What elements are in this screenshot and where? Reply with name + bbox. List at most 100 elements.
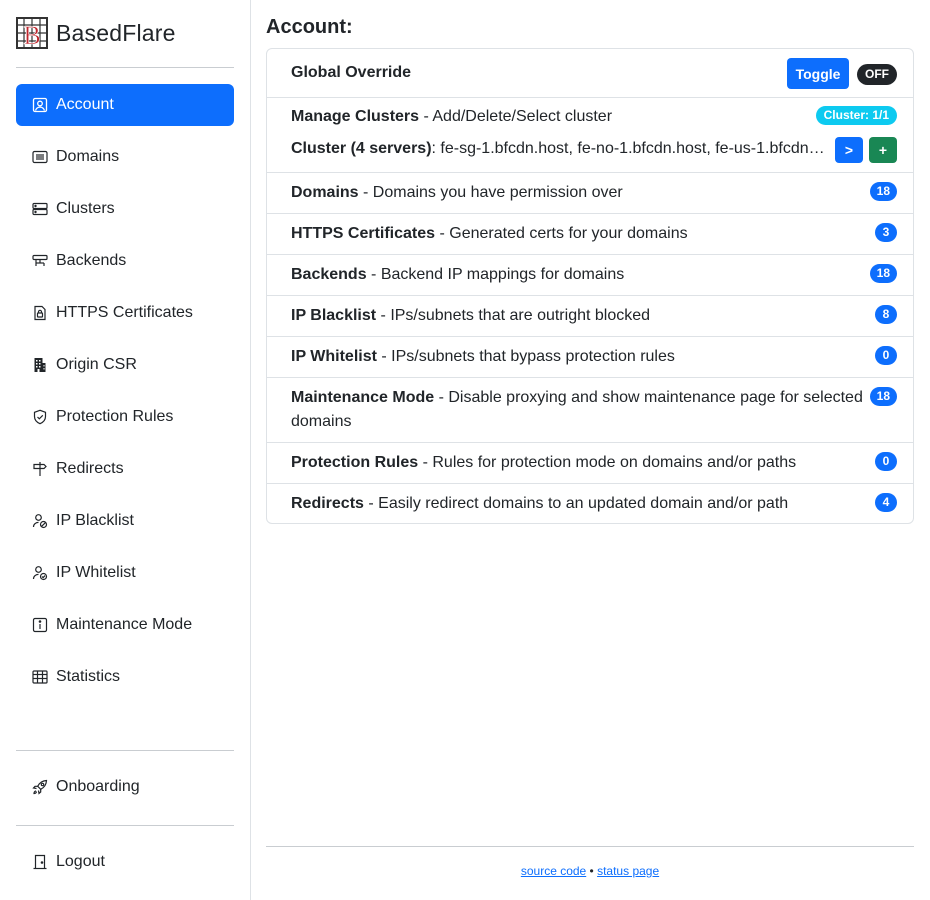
sidebar-item-label: Protection Rules	[56, 408, 174, 425]
override-status-badge: OFF	[857, 64, 897, 85]
sidebar-item-label: IP Whitelist	[56, 564, 136, 581]
count-badge: 4	[875, 493, 897, 512]
divider	[16, 825, 234, 826]
sidebar-item-label: Logout	[56, 853, 105, 870]
source-code-link[interactable]: source code	[521, 864, 586, 878]
cluster-title: Cluster (4 servers)	[291, 140, 432, 157]
sidebar-item-statistics[interactable]: Statistics	[16, 656, 234, 698]
svg-text:B: B	[23, 21, 40, 49]
sidebar-item-label: Redirects	[56, 460, 124, 477]
sidebar-item-label: HTTPS Certificates	[56, 304, 193, 321]
sliders-icon	[32, 253, 48, 269]
cluster-info: Cluster (4 servers): fe-sg-1.bfcdn.host,…	[291, 137, 829, 161]
sidebar-item-protection-rules[interactable]: Protection Rules	[16, 396, 234, 438]
signpost-icon	[32, 461, 48, 477]
sidebar-item-label: Clusters	[56, 200, 115, 217]
sidebar-item-account[interactable]: Account	[16, 84, 234, 126]
list-icon	[32, 149, 48, 165]
rocket-icon	[32, 779, 48, 795]
row-title: Maintenance Mode	[291, 389, 435, 406]
sidebar-item-ip-blacklist[interactable]: IP Blacklist	[16, 500, 234, 542]
sidebar-item-label: IP Blacklist	[56, 512, 134, 529]
count-badge: 18	[869, 264, 897, 283]
sidebar-item-label: Domains	[56, 148, 120, 165]
row-title: Domains	[291, 184, 359, 201]
add-cluster-button[interactable]: +	[869, 137, 897, 163]
sidebar-item-label: Backends	[56, 252, 127, 269]
cluster-count-badge: Cluster: 1/1	[815, 106, 897, 125]
manage-clusters-title: Manage Clusters	[291, 108, 420, 125]
person-blocked-icon	[32, 513, 48, 529]
sidebar-item-ip-whitelist[interactable]: IP Whitelist	[16, 552, 234, 594]
global-override-label: Global Override	[291, 64, 412, 81]
manage-clusters-desc: - Add/Delete/Select cluster	[419, 108, 613, 125]
person-check-icon	[32, 565, 48, 581]
sidebar-item-backends[interactable]: Backends	[16, 240, 234, 282]
shield-icon	[32, 409, 48, 425]
list-item-protection-rules[interactable]: Protection Rules - Rules for protection …	[267, 443, 913, 484]
count-badge: 8	[875, 305, 897, 324]
list-item-backends[interactable]: Backends - Backend IP mappings for domai…	[267, 255, 913, 296]
list-item-maintenance-mode[interactable]: Maintenance Mode - Disable proxying and …	[267, 378, 913, 443]
sidebar-item-redirects[interactable]: Redirects	[16, 448, 234, 490]
divider	[16, 67, 234, 68]
sidebar-item-clusters[interactable]: Clusters	[16, 188, 234, 230]
person-icon	[32, 97, 48, 113]
sidebar-item-logout[interactable]: Logout	[16, 841, 234, 883]
info-square-icon	[32, 617, 48, 633]
row-desc: - IPs/subnets that are outright blocked	[376, 307, 651, 324]
door-icon	[32, 854, 48, 870]
count-badge: 3	[875, 223, 897, 242]
row-desc: - Rules for protection mode on domains a…	[418, 454, 797, 471]
sidebar-item-maintenance-mode[interactable]: Maintenance Mode	[16, 604, 234, 646]
cluster-server-list: : fe-sg-1.bfcdn.host, fe-no-1.bfcdn.host…	[431, 140, 829, 157]
status-page-link[interactable]: status page	[597, 864, 659, 878]
row-title: HTTPS Certificates	[291, 225, 436, 242]
list-item-redirects[interactable]: Redirects - Easily redirect domains to a…	[267, 484, 913, 523]
sidebar: B BasedFlare Account Domains Clusters Ba…	[0, 0, 251, 900]
list-item-https-certificates[interactable]: HTTPS Certificates - Generated certs for…	[267, 214, 913, 255]
divider	[16, 750, 234, 751]
sidebar-item-label: Account	[56, 96, 114, 113]
next-cluster-button[interactable]: >	[835, 137, 863, 163]
toggle-override-button[interactable]: Toggle	[787, 58, 849, 89]
brand-name: BasedFlare	[56, 19, 176, 46]
global-override-row: Global Override Toggle OFF	[267, 49, 913, 98]
sidebar-item-label: Onboarding	[56, 778, 140, 795]
table-icon	[32, 669, 48, 685]
sidebar-nav: Account Domains Clusters Backends HTTPS …	[16, 84, 234, 708]
row-title: IP Blacklist	[291, 307, 377, 324]
list-item-ip-whitelist[interactable]: IP Whitelist - IPs/subnets that bypass p…	[267, 337, 913, 378]
row-title: Protection Rules	[291, 454, 419, 471]
manage-clusters-row[interactable]: Manage Clusters - Add/Delete/Select clus…	[267, 98, 913, 173]
count-badge: 18	[869, 387, 897, 406]
sidebar-item-label: Origin CSR	[56, 356, 137, 373]
file-lock-icon	[32, 305, 48, 321]
sidebar-item-origin-csr[interactable]: Origin CSR	[16, 344, 234, 386]
list-item-domains[interactable]: Domains - Domains you have permission ov…	[267, 173, 913, 214]
footer-divider	[266, 846, 914, 847]
sidebar-item-label: Statistics	[56, 668, 121, 685]
basedflare-logo-icon: B	[16, 17, 48, 49]
count-badge: 18	[869, 182, 897, 201]
sidebar-item-label: Maintenance Mode	[56, 616, 193, 633]
row-desc: - Domains you have permission over	[358, 184, 623, 201]
row-title: Backends	[291, 266, 367, 283]
brand[interactable]: B BasedFlare	[16, 17, 176, 49]
page-title: Account:	[266, 16, 353, 38]
sidebar-item-https-certificates[interactable]: HTTPS Certificates	[16, 292, 234, 334]
footer-separator: •	[586, 864, 598, 878]
count-badge: 0	[875, 452, 897, 471]
sidebar-item-onboarding[interactable]: Onboarding	[16, 766, 234, 808]
building-icon	[32, 357, 48, 373]
row-desc: - Backend IP mappings for domains	[366, 266, 625, 283]
footer: source code • status page	[266, 864, 914, 878]
row-desc: - Easily redirect domains to an updated …	[363, 495, 789, 512]
sidebar-item-domains[interactable]: Domains	[16, 136, 234, 178]
count-badge: 0	[875, 346, 897, 365]
account-list: Global Override Toggle OFF Manage Cluste…	[266, 48, 914, 524]
row-title: Redirects	[291, 495, 364, 512]
server-icon	[32, 201, 48, 217]
list-item-ip-blacklist[interactable]: IP Blacklist - IPs/subnets that are outr…	[267, 296, 913, 337]
row-desc: - IPs/subnets that bypass protection rul…	[376, 348, 675, 365]
